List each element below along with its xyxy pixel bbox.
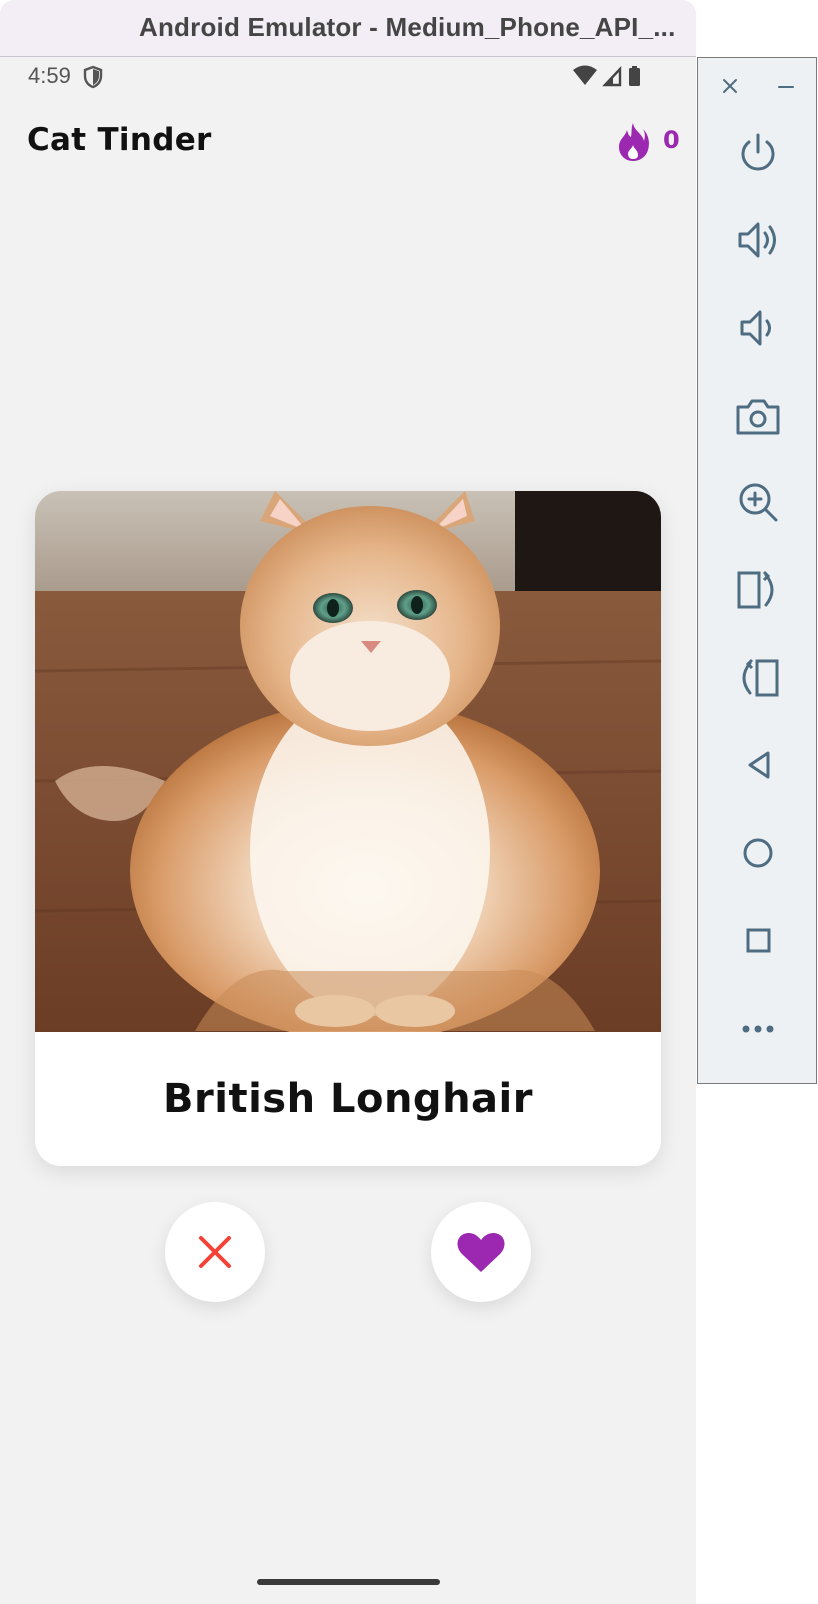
shield-icon <box>83 65 103 89</box>
rotate-right-icon <box>742 658 779 697</box>
volume-down-icon <box>740 310 771 346</box>
heart-icon <box>457 1232 505 1272</box>
more-icon <box>742 1025 774 1033</box>
status-time: 4:59 <box>28 63 71 88</box>
rotate-left-icon <box>737 570 774 609</box>
camera-button[interactable] <box>698 387 818 447</box>
emulator-window: Android Emulator - Medium_Phone_API_... … <box>0 0 696 1604</box>
overview-button[interactable] <box>698 911 818 971</box>
volume-down-button[interactable] <box>698 298 818 358</box>
power-button[interactable] <box>698 122 818 182</box>
volume-up-icon <box>738 222 776 258</box>
close-icon <box>199 1236 231 1268</box>
dislike-button[interactable] <box>165 1202 265 1302</box>
status-system-icons <box>573 65 640 87</box>
close-icon[interactable] <box>718 74 742 98</box>
flame-icon <box>619 123 649 161</box>
home-button[interactable] <box>698 823 818 883</box>
cat-photo <box>35 491 661 1032</box>
streak-count: 0 <box>663 126 680 154</box>
zoom-button[interactable] <box>698 472 818 532</box>
app-title: Cat Tinder <box>27 122 212 158</box>
home-indicator[interactable] <box>257 1579 440 1585</box>
zoom-in-icon <box>739 483 778 522</box>
status-bar: 4:59 <box>0 57 696 95</box>
camera-icon <box>736 399 780 435</box>
cat-card[interactable]: British Longhair <box>35 491 661 1166</box>
more-button[interactable] <box>698 999 818 1059</box>
emulator-toolbar <box>697 57 817 1084</box>
breed-name: British Longhair <box>163 1076 533 1122</box>
window-titlebar[interactable]: Android Emulator - Medium_Phone_API_... <box>0 0 696 57</box>
back-button[interactable] <box>698 735 818 795</box>
minimize-icon[interactable] <box>774 74 798 98</box>
rotate-left-button[interactable] <box>698 560 818 620</box>
battery-icon <box>629 68 640 86</box>
wifi-icon <box>573 65 597 85</box>
rotate-right-button[interactable] <box>698 648 818 708</box>
power-icon <box>741 133 775 171</box>
home-icon <box>743 838 773 868</box>
volume-up-button[interactable] <box>698 210 818 270</box>
window-title: Android Emulator - Medium_Phone_API_... <box>139 12 676 42</box>
overview-icon <box>746 928 771 953</box>
like-button[interactable] <box>431 1202 531 1302</box>
back-icon <box>748 751 770 779</box>
